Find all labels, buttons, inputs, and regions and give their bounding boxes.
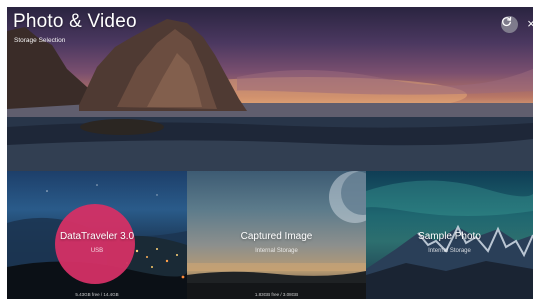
storage-list: DataTraveler 3.0 USB 5.43GB free / 14.4G… [7, 171, 533, 299]
storage-type: USB [90, 248, 104, 254]
storage-tile-captured-image[interactable]: Captured Image Internal Storage 1.83GB f… [187, 171, 366, 299]
refresh-icon [502, 16, 512, 27]
refresh-button[interactable] [501, 16, 518, 33]
storage-capacity: 1.83GB free / 3.08GB [254, 292, 299, 297]
storage-name: DataTraveler 3.0 [59, 231, 135, 242]
close-button[interactable]: × [525, 17, 533, 31]
storage-type: Internal Storage [428, 248, 471, 254]
storage-tile-sample-photo[interactable]: Sample Photo Internal Storage [366, 171, 533, 299]
storage-capacity: 5.43GB free / 14.4GB [75, 292, 119, 297]
hero-banner: Photo & Video Storage Selection × [7, 7, 533, 171]
focus-highlight [55, 204, 135, 284]
storage-tile-usb[interactable]: DataTraveler 3.0 USB 5.43GB free / 14.4G… [7, 171, 187, 299]
photo-video-app: Photo & Video Storage Selection × DataTr… [7, 7, 533, 299]
storage-name: Captured Image [240, 231, 313, 242]
page-title: Photo & Video [13, 11, 137, 32]
storage-type: Internal Storage [255, 248, 298, 254]
storage-name: Sample Photo [418, 231, 481, 242]
page-subtitle: Storage Selection [14, 37, 66, 44]
close-icon: × [527, 16, 533, 31]
